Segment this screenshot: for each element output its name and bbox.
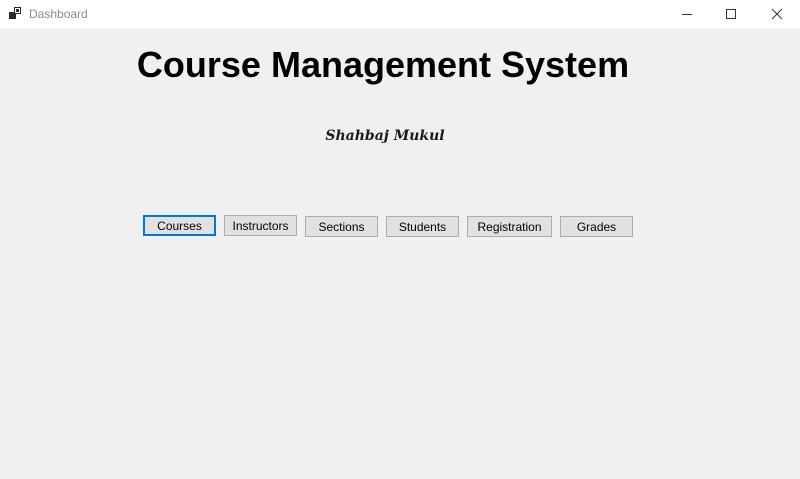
minimize-icon xyxy=(681,8,693,20)
app-icon xyxy=(9,7,22,20)
grades-button[interactable]: Grades xyxy=(560,216,633,237)
author-label: Shahbaj Mukul xyxy=(325,128,445,144)
title-bar[interactable]: Dashboard xyxy=(0,0,800,28)
registration-button[interactable]: Registration xyxy=(467,216,552,237)
instructors-button[interactable]: Instructors xyxy=(224,215,297,236)
dashboard-window: Dashboard Course Management System Shahb… xyxy=(0,0,800,479)
courses-button[interactable]: Courses xyxy=(143,215,216,236)
maximize-icon xyxy=(725,8,737,20)
page-title: Course Management System xyxy=(136,44,630,85)
close-button[interactable] xyxy=(754,0,800,28)
sections-button[interactable]: Sections xyxy=(305,216,378,237)
minimize-button[interactable] xyxy=(664,0,710,28)
maximize-button[interactable] xyxy=(708,0,754,28)
students-button[interactable]: Students xyxy=(386,216,459,237)
close-icon xyxy=(771,8,783,20)
window-title: Dashboard xyxy=(29,7,88,21)
